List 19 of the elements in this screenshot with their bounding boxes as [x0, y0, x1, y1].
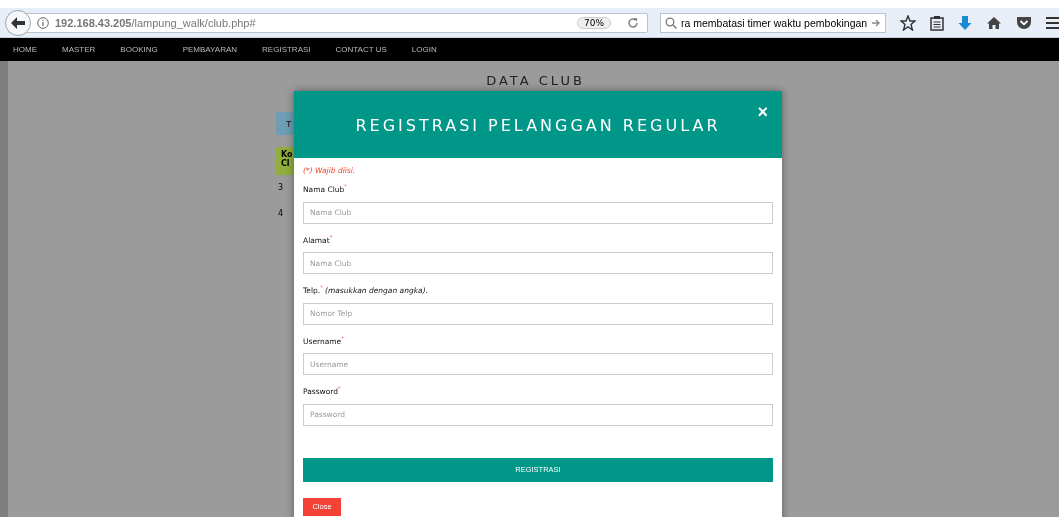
close-button[interactable]: × [757, 103, 768, 121]
nav-link[interactable]: PEMBAYARAN [182, 45, 238, 54]
nav-link[interactable]: REGISTRASI [262, 45, 311, 54]
address-bar[interactable]: 192.168.43.205/lampung_walk/club.php# 70% [8, 12, 648, 33]
column-header: Ko [281, 150, 294, 159]
table-cell-text: 4 [277, 209, 285, 220]
nav-link[interactable]: CONTACT US [335, 45, 387, 54]
table-cell-text: 3 [277, 183, 285, 194]
nav-link[interactable]: MASTER [62, 45, 96, 54]
url-text: 192.168.43.205/lampung_walk/club.php# [55, 16, 256, 29]
zoom-badge[interactable]: 70% [577, 16, 611, 29]
nav-link[interactable]: LOGIN [411, 45, 437, 54]
search-value: ra membatasi timer waktu pembokingan [681, 16, 868, 29]
column-header: Cl [281, 159, 291, 168]
dialog-title: REGISTRASI PELANGGAN REGULAR [355, 116, 721, 135]
nav-link[interactable]: BOOKING [120, 45, 158, 54]
search-field[interactable]: ra membatasi timer waktu pembokingan [660, 12, 887, 33]
nav-link[interactable]: HOME [13, 45, 37, 54]
page-title: DATA CLUB [486, 73, 585, 88]
